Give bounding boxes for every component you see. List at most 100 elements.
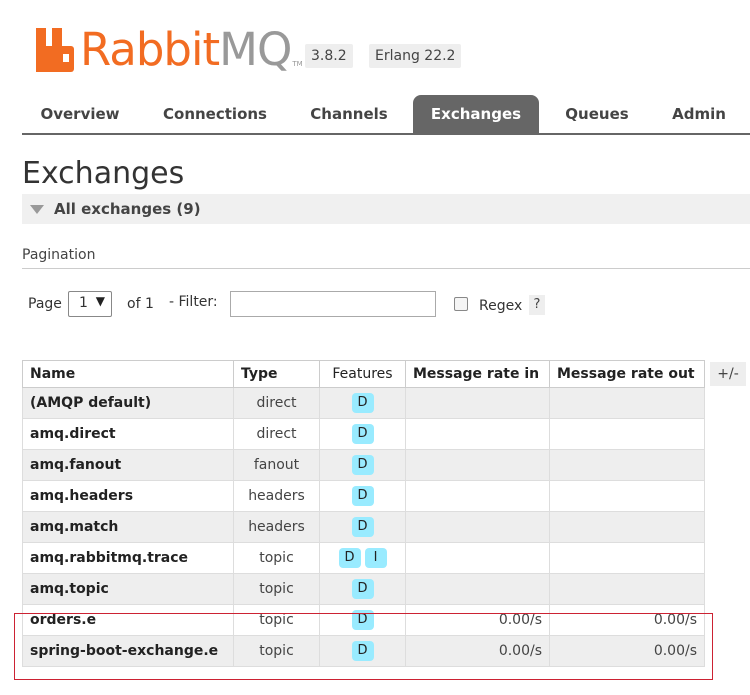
exchange-name-link[interactable]: (AMQP default) xyxy=(22,387,234,419)
rate-in xyxy=(405,387,550,419)
table-row: orders.e topic D 0.00/s 0.00/s xyxy=(22,604,705,636)
rate-out: 0.00/s xyxy=(549,635,705,667)
rate-out xyxy=(549,418,705,450)
exchange-name-link[interactable]: amq.direct xyxy=(22,418,234,450)
main-nav-tabs: Overview Connections Channels Exchanges … xyxy=(22,95,750,135)
page-count-label: of 1 xyxy=(127,296,154,312)
features-cell: DI xyxy=(319,542,406,574)
exchange-type: topic xyxy=(233,635,320,667)
table-row: amq.fanout fanout D xyxy=(22,449,705,481)
table-row: spring-boot-exchange.e topic D 0.00/s 0.… xyxy=(22,635,705,667)
rate-in: 0.00/s xyxy=(405,604,550,636)
all-exchanges-section-toggle[interactable]: All exchanges (9) xyxy=(22,194,750,224)
exchange-type: topic xyxy=(233,573,320,605)
tab-overview[interactable]: Overview xyxy=(22,95,138,133)
feature-badge-internal: I xyxy=(364,548,387,568)
exchange-name-link[interactable]: orders.e xyxy=(22,604,234,636)
exchange-type: direct xyxy=(233,387,320,419)
feature-badge-durable: D xyxy=(351,486,374,506)
rate-in xyxy=(405,449,550,481)
features-cell: D xyxy=(319,387,406,419)
tab-queues[interactable]: Queues xyxy=(556,95,638,133)
table-row: amq.direct direct D xyxy=(22,418,705,450)
feature-badge-durable: D xyxy=(351,610,374,630)
tab-channels[interactable]: Channels xyxy=(298,95,400,133)
regex-label: Regex xyxy=(479,298,523,314)
features-cell: D xyxy=(319,480,406,512)
features-cell: D xyxy=(319,449,406,481)
rate-out xyxy=(549,542,705,574)
tab-exchanges[interactable]: Exchanges xyxy=(413,95,539,133)
logo-wordmark: RabbitMQ xyxy=(80,27,292,72)
logo-rabbit-text: Rabbit xyxy=(80,23,220,76)
features-cell: D xyxy=(319,573,406,605)
feature-badge-durable: D xyxy=(338,548,361,568)
page-select[interactable]: 1 ▼ xyxy=(68,291,112,317)
regex-checkbox[interactable] xyxy=(454,297,468,311)
help-button[interactable]: ? xyxy=(529,295,545,315)
pagination-heading: Pagination xyxy=(22,247,96,263)
tab-connections[interactable]: Connections xyxy=(152,95,278,133)
column-header-rate-out: Message rate out xyxy=(549,360,705,388)
column-header-rate-in: Message rate in xyxy=(405,360,550,388)
rate-in xyxy=(405,511,550,543)
tab-admin[interactable]: Admin xyxy=(663,95,735,133)
column-header-type[interactable]: Type xyxy=(233,360,320,388)
rate-out xyxy=(549,511,705,543)
exchange-name-link[interactable]: spring-boot-exchange.e xyxy=(22,635,234,667)
table-row: (AMQP default) direct D xyxy=(22,387,705,419)
divider xyxy=(22,268,750,269)
table-row: amq.match headers D xyxy=(22,511,705,543)
rate-in xyxy=(405,542,550,574)
features-cell: D xyxy=(319,511,406,543)
rate-in: 0.00/s xyxy=(405,635,550,667)
exchange-type: headers xyxy=(233,480,320,512)
filter-label: - Filter: xyxy=(169,294,218,310)
exchange-name-link[interactable]: amq.topic xyxy=(22,573,234,605)
exchange-name-link[interactable]: amq.headers xyxy=(22,480,234,512)
features-cell: D xyxy=(319,418,406,450)
page-title: Exchanges xyxy=(22,156,185,191)
rate-out xyxy=(549,573,705,605)
feature-badge-durable: D xyxy=(351,579,374,599)
table-row: amq.topic topic D xyxy=(22,573,705,605)
features-cell: D xyxy=(319,635,406,667)
logo-trademark: TM xyxy=(292,60,303,68)
rate-out xyxy=(549,449,705,481)
collapse-triangle-icon xyxy=(30,204,44,214)
exchange-name-link[interactable]: amq.rabbitmq.trace xyxy=(22,542,234,574)
feature-badge-durable: D xyxy=(351,517,374,537)
exchange-type: topic xyxy=(233,542,320,574)
exchange-name-link[interactable]: amq.fanout xyxy=(22,449,234,481)
features-cell: D xyxy=(319,604,406,636)
column-header-name[interactable]: Name xyxy=(22,360,234,388)
table-row: amq.rabbitmq.trace topic DI xyxy=(22,542,705,574)
dropdown-arrow-icon: ▼ xyxy=(95,294,105,308)
feature-badge-durable: D xyxy=(351,393,374,413)
rabbitmq-version-badge: 3.8.2 xyxy=(305,44,353,68)
exchange-type: topic xyxy=(233,604,320,636)
column-header-features: Features xyxy=(319,360,406,388)
exchange-type: headers xyxy=(233,511,320,543)
section-title: All exchanges (9) xyxy=(54,200,201,218)
rate-in xyxy=(405,480,550,512)
rate-in xyxy=(405,418,550,450)
rate-in xyxy=(405,573,550,605)
rate-out xyxy=(549,480,705,512)
rate-out xyxy=(549,387,705,419)
feature-badge-durable: D xyxy=(351,455,374,475)
feature-badge-durable: D xyxy=(351,641,374,661)
rate-out: 0.00/s xyxy=(549,604,705,636)
exchanges-table: Name Type Features Message rate in Messa… xyxy=(22,360,705,667)
filter-input[interactable] xyxy=(230,291,436,317)
rabbitmq-logo-icon xyxy=(36,28,76,72)
erlang-version-badge: Erlang 22.2 xyxy=(369,44,462,68)
feature-badge-durable: D xyxy=(351,424,374,444)
column-toggle-button[interactable]: +/- xyxy=(710,362,746,386)
rabbitmq-logo: RabbitMQ TM xyxy=(36,22,303,72)
page-label: Page xyxy=(28,296,62,312)
page-select-value: 1 xyxy=(79,295,88,311)
exchange-type: fanout xyxy=(233,449,320,481)
exchange-name-link[interactable]: amq.match xyxy=(22,511,234,543)
logo-mq-text: MQ xyxy=(219,23,292,76)
